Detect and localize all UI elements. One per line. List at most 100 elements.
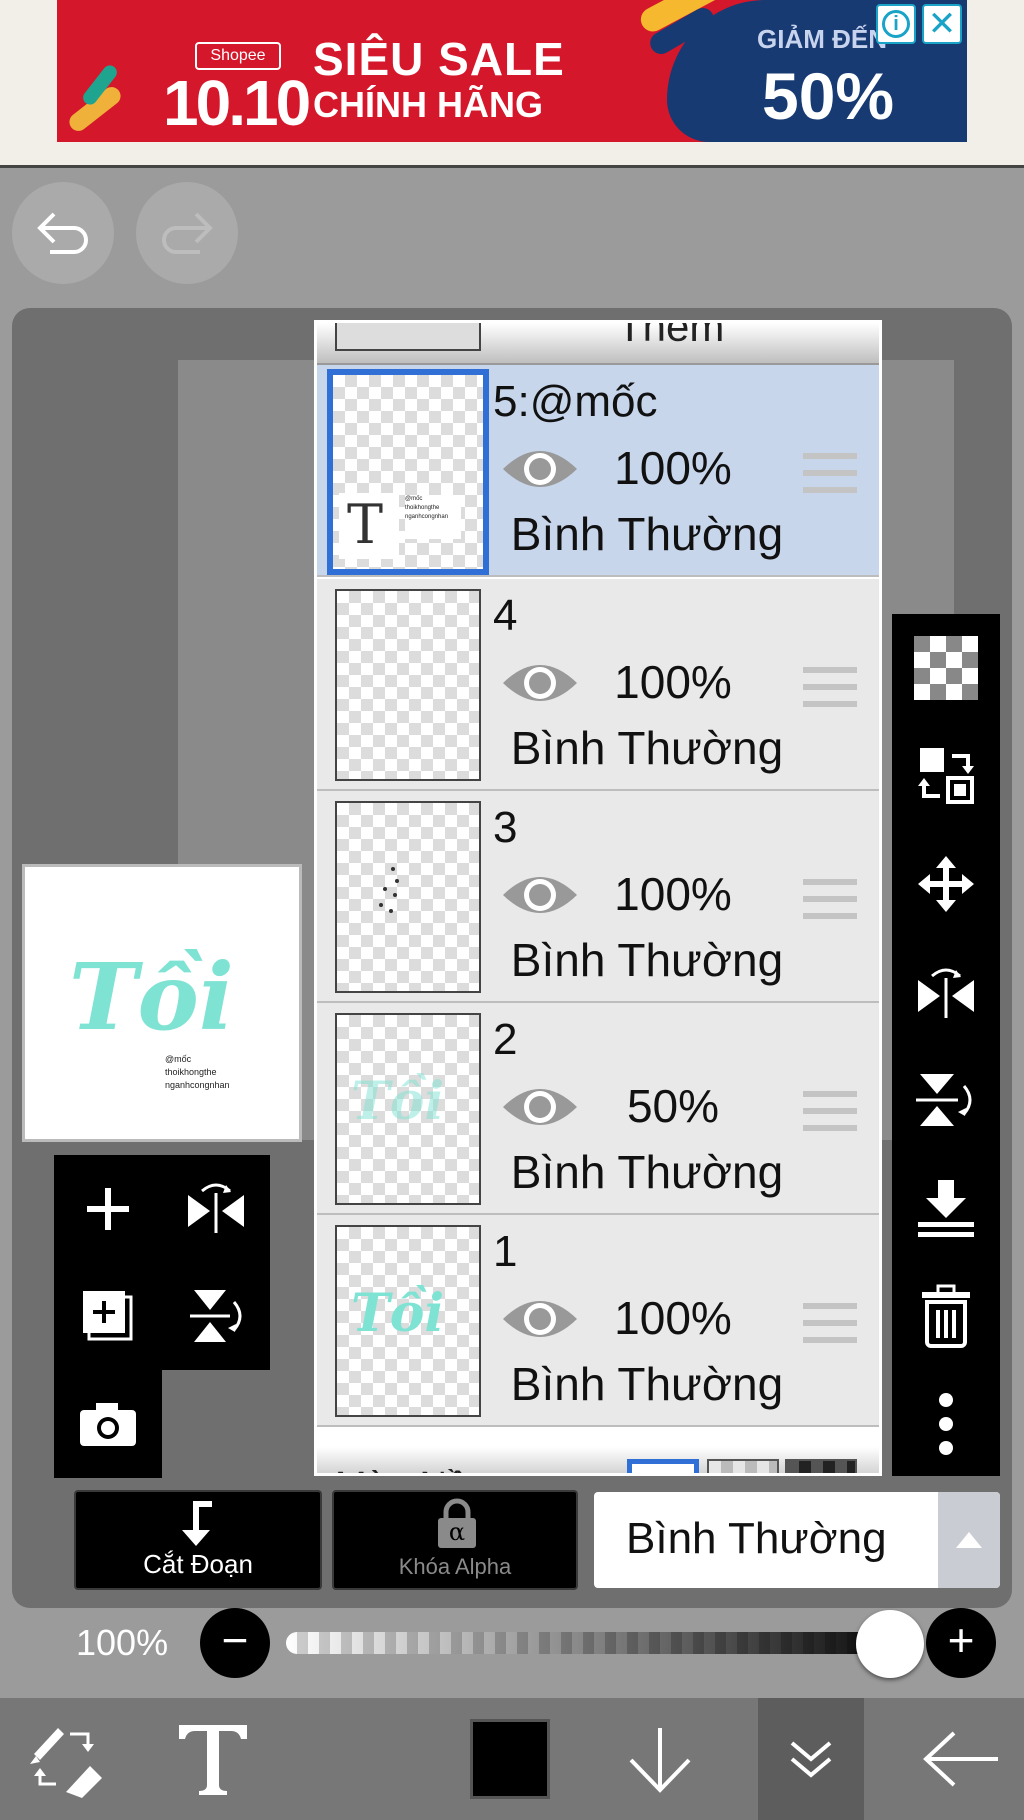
visibility-eye-icon[interactable] <box>501 443 579 495</box>
swap-icon <box>918 748 974 804</box>
flip-horizontal-icon <box>188 1183 244 1233</box>
layer-row-1[interactable]: Tồi 1 100% Bình Thường <box>317 1215 879 1427</box>
chevron-up-icon[interactable] <box>938 1492 1000 1588</box>
alpha-lock-label: Khóa Alpha <box>398 1554 512 1579</box>
ad-subtitle: CHÍNH HÃNG <box>313 84 543 125</box>
arrow-left-icon <box>923 1731 998 1787</box>
arrow-down-icon <box>629 1728 691 1793</box>
layers-toggle-button[interactable] <box>758 1698 864 1820</box>
bg-checker-light-swatch[interactable] <box>707 1459 779 1473</box>
layer-row-4[interactable]: 4 100% Bình Thường <box>317 579 879 791</box>
visibility-eye-icon[interactable] <box>501 657 579 709</box>
add-layer-label: Thêm <box>617 320 725 350</box>
move-button[interactable] <box>892 830 1000 938</box>
clipping-button[interactable]: Cắt Đoạn <box>74 1490 322 1590</box>
layer-opacity: 100% <box>614 656 732 708</box>
layer-opacity: 50% <box>626 1080 720 1132</box>
undo-icon <box>37 212 88 254</box>
text-layer-glyph: T <box>347 493 384 556</box>
more-vertical-icon <box>939 1393 953 1455</box>
swap-layer-button[interactable] <box>892 722 1000 830</box>
drag-handle-icon[interactable] <box>803 453 857 504</box>
add-layer-row[interactable]: Thêm <box>317 323 879 365</box>
canvas-preview[interactable]: Tồi @mốc thoikhongthe nganhcongnhan <box>22 864 302 1142</box>
visibility-eye-icon[interactable] <box>501 1293 579 1345</box>
merge-down-button[interactable] <box>892 1154 1000 1262</box>
duplicate-layer-button[interactable] <box>54 1262 162 1370</box>
bg-checker-dark-swatch[interactable] <box>785 1459 857 1473</box>
flip-vertical-button[interactable] <box>162 1262 270 1370</box>
visibility-eye-icon[interactable] <box>501 869 579 921</box>
ad-discount-value: 50% <box>762 59 895 133</box>
brush-eraser-toggle-button[interactable] <box>10 1698 120 1820</box>
trash-icon <box>922 1284 970 1348</box>
alpha-glyph: α <box>448 1518 466 1546</box>
background-label: Màu Nền <box>335 1465 489 1473</box>
ad-banner[interactable]: Shopee 10.10 SIÊU SALE CHÍNH HÃNG GIẢM Đ… <box>57 0 967 142</box>
layer-thumbnail: Tồi <box>335 1013 481 1205</box>
drag-handle-icon[interactable] <box>803 667 857 718</box>
delete-layer-button[interactable] <box>892 1262 1000 1370</box>
move-icon <box>918 856 974 912</box>
preview-artwork-text: Tồi <box>69 943 234 1051</box>
ad-close-icon[interactable]: ✕ <box>922 4 962 44</box>
layer-name: 2 <box>493 1015 518 1064</box>
merge-down-icon <box>918 1180 974 1237</box>
layer-name: 4 <box>493 591 518 640</box>
duplicate-layer-icon <box>83 1291 133 1341</box>
back-button[interactable] <box>912 1698 1012 1820</box>
undo-button[interactable] <box>12 182 114 284</box>
flip-horizontal-button[interactable] <box>162 1155 270 1263</box>
layer-blend-mode: Bình Thường <box>510 1358 784 1410</box>
layer-row-2[interactable]: Tồi 2 50% Bình Thường <box>317 1003 879 1215</box>
opacity-slider-thumb[interactable] <box>856 1610 924 1678</box>
layer-name: 3 <box>493 803 518 852</box>
visibility-eye-icon[interactable] <box>501 1081 579 1133</box>
redo-button[interactable] <box>136 182 238 284</box>
alpha-lock-button[interactable]: α Khóa Alpha <box>332 1490 578 1590</box>
add-layer-button[interactable] <box>54 1155 162 1263</box>
clipping-arrow-icon <box>182 1501 212 1546</box>
text-tool-icon <box>179 1725 247 1795</box>
dots-artwork <box>379 867 399 913</box>
layer-opacity: 100% <box>614 442 732 494</box>
bg-white-swatch[interactable] <box>627 1459 699 1473</box>
layer-thumbnail <box>335 801 481 993</box>
drag-handle-icon[interactable] <box>803 1091 857 1142</box>
layer-opacity: 100% <box>614 868 732 920</box>
flip-vertical-icon <box>916 1074 972 1126</box>
thumb-artwork-text: Tồi <box>351 1283 445 1344</box>
layer-down-button[interactable] <box>616 1698 704 1820</box>
layer-name: 1 <box>493 1227 518 1276</box>
opacity-slider[interactable] <box>286 1632 916 1654</box>
thumb-artwork-text: Tồi <box>351 1071 445 1132</box>
layer-blend-mode: Bình Thường <box>510 508 784 560</box>
camera-icon <box>80 1403 136 1446</box>
flip-layer-vertical-button[interactable] <box>892 1046 1000 1154</box>
color-picker-button[interactable] <box>466 1698 554 1820</box>
clipping-label: Cắt Đoạn <box>143 1549 253 1579</box>
more-options-button[interactable] <box>892 1370 1000 1478</box>
chevron-double-down-icon <box>790 1741 832 1778</box>
opacity-increase-button[interactable]: + <box>926 1608 996 1678</box>
text-tool-button[interactable] <box>158 1698 268 1820</box>
camera-tool <box>54 1370 162 1478</box>
flip-layer-horizontal-button[interactable] <box>892 938 1000 1046</box>
blend-mode-select[interactable]: Bình Thường <box>594 1492 1000 1588</box>
drag-handle-icon[interactable] <box>803 879 857 930</box>
layer-tools-right <box>892 614 1000 1476</box>
layer-name: 5:@mốc <box>493 377 658 426</box>
transparency-button[interactable] <box>892 614 1000 722</box>
ad-discount-label: GIẢM ĐẾN <box>757 24 887 54</box>
camera-button[interactable] <box>54 1370 162 1478</box>
layer-opacity: 100% <box>614 1292 732 1344</box>
ad-info-icon[interactable]: i <box>876 4 916 44</box>
layer-blend-mode: Bình Thường <box>510 1146 784 1198</box>
layer-blend-mode: Bình Thường <box>510 934 784 986</box>
layer-row-5[interactable]: T @mốc thoikhongthe nganhcongnhan 5:@mốc 1… <box>317 365 879 577</box>
drag-handle-icon[interactable] <box>803 1303 857 1354</box>
layer-row-3[interactable]: 3 100% Bình Thường <box>317 791 879 1003</box>
layer-tools-left <box>54 1155 270 1370</box>
opacity-decrease-button[interactable]: − <box>200 1608 270 1678</box>
layers-panel: Thêm T @mốc thoikhongthe nganhcongnhan 5:@… <box>314 320 882 1476</box>
